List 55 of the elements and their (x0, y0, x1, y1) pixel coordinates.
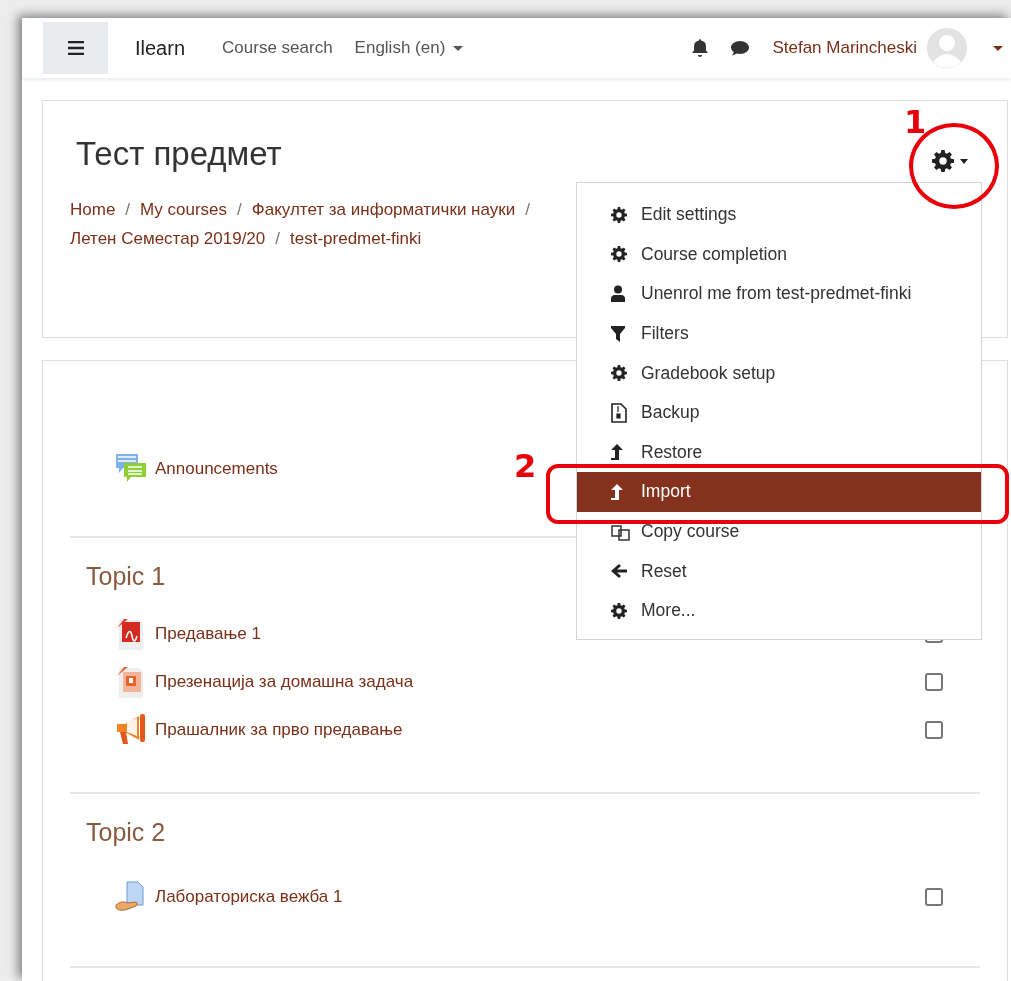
course-title: Тест предмет (76, 135, 282, 173)
language-menu[interactable]: English (en) (354, 38, 464, 58)
section-title[interactable]: Topic 2 (86, 818, 166, 848)
menu-item[interactable]: More... (577, 590, 981, 631)
menu-item[interactable]: Restore (577, 432, 981, 473)
activity-link[interactable]: Презенација за домашна задача (155, 672, 414, 692)
menu-item[interactable]: Copy course (577, 511, 981, 552)
menu-item[interactable]: Reset (577, 551, 981, 591)
annotation-number: 2 (514, 448, 537, 484)
breadcrumb-separator: / (275, 229, 280, 248)
activity-link[interactable]: Предавање 1 (155, 624, 261, 644)
breadcrumb-link[interactable]: Летен Семестар 2019/20 (70, 229, 266, 248)
menu-item[interactable]: Edit settings (577, 195, 981, 235)
breadcrumb-link[interactable]: Home (70, 200, 116, 219)
breadcrumb-link[interactable]: My courses (140, 200, 227, 219)
completion-checkbox[interactable] (925, 673, 943, 691)
annotation-number: 1 (904, 104, 927, 140)
bell-icon[interactable] (692, 39, 709, 57)
filter-icon (611, 325, 625, 342)
upload-icon (611, 444, 623, 461)
gear-icon (611, 206, 627, 223)
gear-icon (611, 246, 627, 263)
back-arrow-icon (611, 563, 627, 580)
course-search-link[interactable]: Course search (222, 38, 333, 58)
menu-item[interactable]: Filters (577, 313, 981, 354)
breadcrumb-separator: / (125, 200, 131, 219)
breadcrumb-separator: / (237, 200, 242, 219)
menu-item[interactable]: Import (577, 472, 981, 512)
menu-item[interactable]: Backup (577, 392, 981, 433)
breadcrumb-separator: / (525, 200, 530, 219)
menu-item[interactable]: Unenrol me from test-predmet-finki (577, 274, 981, 314)
section-title[interactable]: Topic 1 (86, 562, 166, 592)
menu-button[interactable] (43, 22, 108, 74)
completion-checkbox[interactable] (925, 721, 943, 739)
site-brand[interactable]: Ilearn (135, 36, 186, 60)
breadcrumb-link[interactable]: test-predmet-finki (290, 229, 422, 248)
caret-icon[interactable] (993, 45, 1003, 51)
menu-icon (67, 41, 84, 55)
chat-icon[interactable] (730, 40, 751, 56)
upload-icon (611, 483, 623, 500)
gear-icon (611, 365, 627, 382)
menu-item[interactable]: Gradebook setup (577, 353, 981, 393)
copy-icon (611, 522, 631, 541)
breadcrumb-link[interactable]: Факултет за информатички науки (251, 200, 516, 219)
activity-link[interactable]: Announcements (155, 459, 278, 479)
activity-link[interactable]: Прашалник за прво предавање (155, 720, 403, 740)
settings-menu-button[interactable] (930, 148, 970, 174)
activity-link[interactable]: Лабораториска вежба 1 (155, 887, 343, 907)
gear-icon (611, 602, 627, 619)
file-icon (611, 402, 627, 423)
user-name[interactable]: Stefan Marincheski (772, 38, 917, 58)
megaphone-icon (115, 714, 147, 746)
menu-item[interactable]: Course completion (577, 234, 981, 275)
user-icon (611, 285, 625, 303)
settings-icon (932, 150, 954, 172)
